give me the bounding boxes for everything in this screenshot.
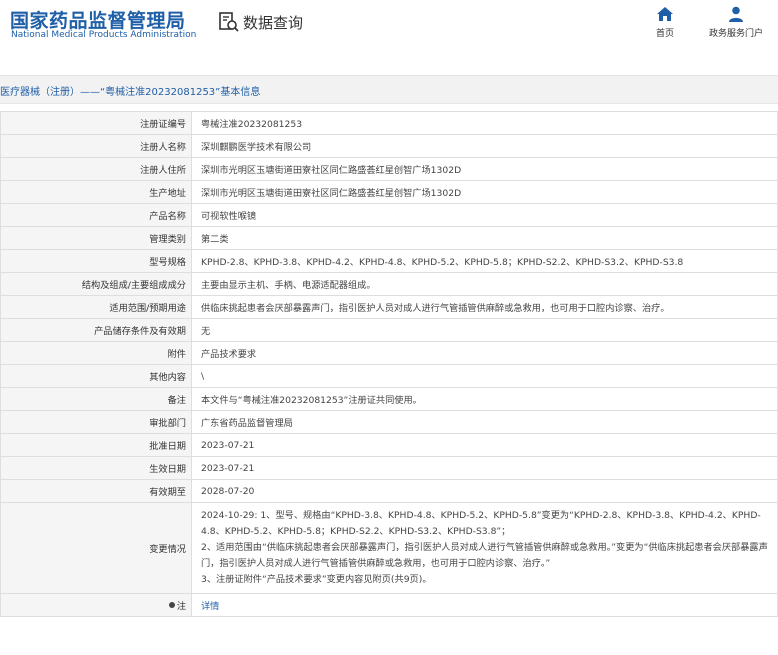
table-row: 审批部门 广东省药品监督管理局 bbox=[0, 410, 778, 434]
table-row: 注册证编号 粤械注准20232081253 bbox=[0, 111, 778, 135]
page-title: 医疗器械（注册）——“粤械注准20232081253”基本信息 bbox=[0, 87, 261, 98]
data-query-heading[interactable]: 数据查询 bbox=[218, 11, 303, 33]
field-label: 审批部门 bbox=[0, 410, 192, 434]
field-label: 适用范围/预期用途 bbox=[0, 295, 192, 319]
field-label: 产品储存条件及有效期 bbox=[0, 318, 192, 342]
field-label: 注册人名称 bbox=[0, 134, 192, 158]
table-row: 批准日期 2023-07-21 bbox=[0, 433, 778, 457]
field-value: 主要由显示主机、手柄、电源适配器组成。 bbox=[191, 272, 778, 296]
table-row: 有效期至 2028-07-20 bbox=[0, 479, 778, 503]
table-row: 注册人名称 深圳麒鹏医学技术有限公司 bbox=[0, 134, 778, 158]
note-label-cell: 注 bbox=[0, 593, 192, 617]
change-line: 2、适用范围由“供临床挑起患者会厌部暴露声门，指引医护人员对成人进行气管插管供麻… bbox=[201, 542, 768, 569]
note-label: 注 bbox=[176, 601, 186, 612]
change-history-label: 变更情况 bbox=[0, 502, 192, 594]
field-value: 深圳市光明区玉塘街道田寮社区同仁路盛荟红星创智广场1302D bbox=[191, 157, 778, 181]
field-label: 注册证编号 bbox=[0, 111, 192, 135]
field-label: 生效日期 bbox=[0, 456, 192, 480]
field-value: 2028-07-20 bbox=[191, 479, 778, 503]
details-link[interactable]: 详情 bbox=[201, 601, 219, 612]
registration-info-table: 注册证编号 粤械注准20232081253 注册人名称 深圳麒鹏医学技术有限公司 注… bbox=[0, 111, 778, 617]
field-label: 批准日期 bbox=[0, 433, 192, 457]
field-value: 广东省药品监督管理局 bbox=[191, 410, 778, 434]
field-value: 第二类 bbox=[191, 226, 778, 250]
field-value: KPHD-2.8、KPHD-3.8、KPHD-4.2、KPHD-4.8、KPHD… bbox=[191, 249, 778, 273]
table-row: 适用范围/预期用途 供临床挑起患者会厌部暴露声门，指引医护人员对成人进行气管插管供… bbox=[0, 295, 778, 319]
document-search-icon bbox=[219, 12, 239, 32]
field-value: 深圳市光明区玉塘街道田寮社区同仁路盛荟红星创智广场1302D bbox=[191, 180, 778, 204]
field-label: 型号规格 bbox=[0, 249, 192, 273]
bullet-icon bbox=[168, 602, 175, 608]
site-header: 国家药品监督管理局 National Medical Products Admi… bbox=[0, 0, 778, 60]
table-row: 生产地址 深圳市光明区玉塘街道田寮社区同仁路盛荟红星创智广场1302D bbox=[0, 180, 778, 204]
home-icon bbox=[657, 7, 673, 21]
site-logo-en[interactable]: National Medical Products Administration bbox=[11, 30, 196, 40]
field-value: 本文件与“粤械注准20232081253”注册证共同使用。 bbox=[191, 387, 778, 411]
change-line: 2024-10-29: 1、型号、规格由“KPHD-3.8、KPHD-4.8、K… bbox=[201, 510, 761, 537]
field-value: 可视软性喉镜 bbox=[191, 203, 778, 227]
nav-home[interactable]: 首页 bbox=[651, 6, 679, 39]
field-label: 注册人住所 bbox=[0, 157, 192, 181]
nav-home-label: 首页 bbox=[655, 29, 674, 39]
field-label: 备注 bbox=[0, 387, 192, 411]
field-value: 供临床挑起患者会厌部暴露声门，指引医护人员对成人进行气管插管供麻醉或急救用，也可… bbox=[191, 295, 778, 319]
change-line: 3、注册证附件“产品技术要求”变更内容见附页(共9页)。 bbox=[201, 574, 432, 585]
table-row: 注册人住所 深圳市光明区玉塘街道田寮社区同仁路盛荟红星创智广场1302D bbox=[0, 157, 778, 181]
table-row: 管理类别 第二类 bbox=[0, 226, 778, 250]
data-query-label: 数据查询 bbox=[243, 13, 304, 32]
field-label: 其他内容 bbox=[0, 364, 192, 388]
field-value: 2023-07-21 bbox=[191, 433, 778, 457]
field-value: 深圳麒鹏医学技术有限公司 bbox=[191, 134, 778, 158]
field-label: 生产地址 bbox=[0, 180, 192, 204]
note-label-group: 注 bbox=[168, 598, 186, 612]
field-label: 管理类别 bbox=[0, 226, 192, 250]
table-row: 附件 产品技术要求 bbox=[0, 341, 778, 365]
field-label: 附件 bbox=[0, 341, 192, 365]
table-row: 结构及组成/主要组成成分 主要由显示主机、手柄、电源适配器组成。 bbox=[0, 272, 778, 296]
field-value: 粤械注准20232081253 bbox=[191, 111, 778, 135]
note-row: 注 详情 bbox=[0, 593, 778, 617]
table-row: 产品储存条件及有效期无 bbox=[0, 318, 778, 342]
field-value: 无 bbox=[191, 318, 778, 342]
user-icon bbox=[729, 6, 743, 22]
field-value: \ bbox=[191, 364, 778, 388]
site-logo-cn[interactable]: 国家药品监督管理局 bbox=[10, 6, 186, 33]
change-history-value: 2024-10-29: 1、型号、规格由“KPHD-3.8、KPHD-4.8、K… bbox=[191, 502, 778, 594]
table-row: 备注 本文件与“粤械注准20232081253”注册证共同使用。 bbox=[0, 387, 778, 411]
nav-service-portal-label: 政务服务门户 bbox=[708, 29, 763, 39]
table-row: 型号规格 KPHD-2.8、KPHD-3.8、KPHD-4.2、KPHD-4.8、… bbox=[0, 249, 778, 273]
note-value-cell: 详情 bbox=[191, 593, 778, 617]
change-history-row: 变更情况 2024-10-29: 1、型号、规格由“KPHD-3.8、KPHD-… bbox=[0, 502, 778, 594]
table-row: 其他内容 \ bbox=[0, 364, 778, 388]
table-row: 产品名称 可视软性喉镜 bbox=[0, 203, 778, 227]
field-label: 结构及组成/主要组成成分 bbox=[0, 272, 192, 296]
nav-service-portal[interactable]: 政务服务门户 bbox=[700, 6, 772, 39]
table-row: 生效日期 2023-07-21 bbox=[0, 456, 778, 480]
field-value: 产品技术要求 bbox=[191, 341, 778, 365]
detail-title-bar: 医疗器械（注册）——“粤械注准20232081253”基本信息 bbox=[0, 75, 778, 104]
field-label: 产品名称 bbox=[0, 203, 192, 227]
field-value: 2023-07-21 bbox=[191, 456, 778, 480]
field-label: 有效期至 bbox=[0, 479, 192, 503]
